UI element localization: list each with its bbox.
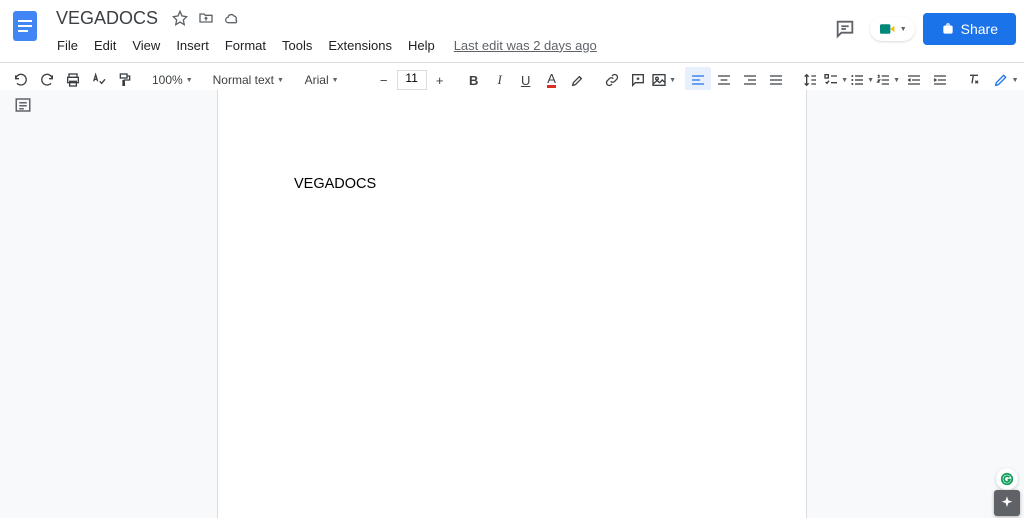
document-title[interactable]: VEGADOCS xyxy=(50,6,164,31)
docs-logo[interactable] xyxy=(8,8,44,44)
header: VEGADOCS File Edit View Insert Format To… xyxy=(0,0,1024,58)
meet-button[interactable]: ▼ xyxy=(870,17,915,41)
menu-edit[interactable]: Edit xyxy=(87,34,123,57)
move-icon[interactable] xyxy=(196,8,216,28)
star-icon[interactable] xyxy=(170,8,190,28)
outline-toggle-button[interactable] xyxy=(14,96,32,114)
share-button[interactable]: Share xyxy=(923,13,1016,45)
header-actions: ▼ Share xyxy=(828,12,1016,46)
menu-insert[interactable]: Insert xyxy=(169,34,216,57)
canvas-area[interactable]: VEGADOCS xyxy=(0,90,1024,518)
grammarly-icon[interactable] xyxy=(996,468,1018,490)
title-row: VEGADOCS xyxy=(50,6,828,30)
share-label: Share xyxy=(961,21,998,37)
menu-tools[interactable]: Tools xyxy=(275,34,319,57)
font-size-input[interactable]: 11 xyxy=(397,70,427,90)
menu-bar: File Edit View Insert Format Tools Exten… xyxy=(50,32,828,58)
editing-mode-button[interactable]: ▼ xyxy=(987,69,1024,91)
menu-view[interactable]: View xyxy=(125,34,167,57)
cloud-status-icon[interactable] xyxy=(222,8,242,28)
caret-down-icon: ▼ xyxy=(1012,77,1019,84)
menu-format[interactable]: Format xyxy=(218,34,273,57)
document-page[interactable]: VEGADOCS xyxy=(217,90,807,518)
caret-down-icon: ▼ xyxy=(900,26,907,33)
explore-button[interactable] xyxy=(994,490,1020,516)
menu-extensions[interactable]: Extensions xyxy=(321,34,399,57)
last-edit-link[interactable]: Last edit was 2 days ago xyxy=(454,38,597,53)
comments-history-button[interactable] xyxy=(828,12,862,46)
menu-help[interactable]: Help xyxy=(401,34,442,57)
menu-file[interactable]: File xyxy=(50,34,85,57)
page-body-text[interactable]: VEGADOCS xyxy=(294,176,376,192)
